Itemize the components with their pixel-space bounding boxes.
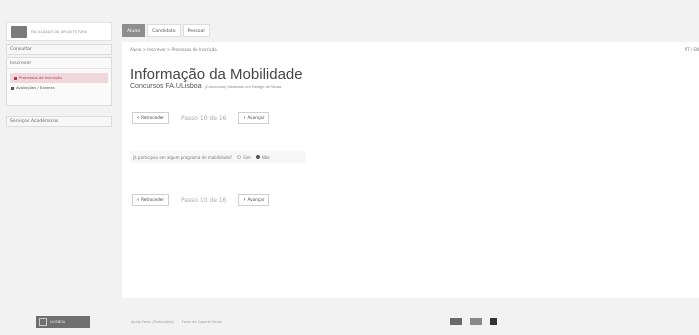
- language-switch[interactable]: PT / EN: [685, 47, 699, 52]
- footer-link-support-form[interactable]: Apoio Fenix (Formulário): [131, 320, 174, 324]
- faculty-logo[interactable]: FACULDADE DE ARQUITETURA: [6, 22, 112, 41]
- back-button[interactable]: ‹ Retroceder: [132, 112, 170, 124]
- sidebar-subitem-label: Processos de Inscrição: [19, 75, 62, 80]
- course-name: (Concursos) Mestrado em Design de Moda: [204, 84, 282, 89]
- square-bullet-icon: [11, 86, 14, 90]
- partner-logo-icon[interactable]: [450, 318, 462, 325]
- tab-aluno[interactable]: Aluno: [122, 24, 146, 37]
- tab-pessoal[interactable]: Pessoal: [182, 24, 210, 37]
- chevron-right-icon: ›: [243, 197, 246, 203]
- sidebar-subitem-label: Avaliações / Exames: [16, 85, 55, 90]
- radio-nao[interactable]: Não: [255, 155, 270, 160]
- contest-name: Concursos FA.ULisboa: [130, 83, 202, 90]
- role-tabs: Aluno Candidato Pessoal: [122, 24, 210, 37]
- radio-nao-dot[interactable]: [255, 155, 260, 159]
- faculty-emblem-icon: [11, 25, 27, 38]
- ulisboa-logo[interactable]: ULISBOA: [36, 316, 90, 328]
- sidebar-item-servicos[interactable]: Serviços Académicos: [6, 116, 112, 127]
- step-indicator: Passo 10 de 16: [181, 114, 227, 122]
- breadcrumb[interactable]: Aluno > Inscrever > Processos de Inscriç…: [130, 47, 217, 52]
- forward-button-bottom[interactable]: › Avançar: [238, 194, 270, 206]
- page-title: Informação da Mobilidade: [130, 66, 303, 83]
- footer-links: Apoio Fenix (Formulário) Fenix do Suport…: [131, 320, 222, 324]
- step-navigation-bottom: ‹ Retroceder Passo 10 de 16 › Avançar: [132, 194, 270, 206]
- back-button-bottom[interactable]: ‹ Retroceder: [132, 194, 170, 206]
- chevron-right-icon: ›: [243, 115, 246, 121]
- faculty-logo-text: FACULDADE DE ARQUITETURA: [31, 29, 88, 34]
- sidebar-subitem-avaliacoes[interactable]: Avaliações / Exames: [7, 83, 111, 93]
- forward-button[interactable]: › Avançar: [238, 112, 270, 124]
- top-bar: FACULDADE DE ARQUITETURA Aluno Candidato…: [0, 0, 699, 42]
- sidebar-item-inscrever[interactable]: Inscrever: [7, 58, 111, 69]
- radio-sim-dot[interactable]: [237, 155, 242, 159]
- chevron-left-icon: ‹: [137, 197, 140, 203]
- footer-link-support[interactable]: Fenix do Suporte Fenix: [182, 320, 222, 324]
- sidebar-item-consultar[interactable]: Consultar: [6, 44, 112, 55]
- page-subtitle: Concursos FA.ULisboa (Concursos) Mestrado…: [130, 83, 281, 90]
- main-panel: Aluno > Inscrever > Processos de Inscriç…: [122, 42, 699, 298]
- certification-logo-icon[interactable]: [470, 318, 482, 325]
- question-text: Já participou em algum programa de mobil…: [133, 154, 233, 160]
- radio-sim[interactable]: Sim: [237, 155, 251, 160]
- step-indicator-bottom: Passo 10 de 16: [181, 196, 227, 204]
- sidebar-group-inscrever: Inscrever Processos de Inscrição Avaliaç…: [6, 57, 112, 106]
- ulisboa-emblem-icon: [39, 318, 47, 326]
- sidebar: Consultar Inscrever Processos de Inscriç…: [6, 44, 112, 129]
- step-navigation-top: ‹ Retroceder Passo 10 de 16 › Avançar: [132, 112, 270, 124]
- tab-candidato[interactable]: Candidato: [147, 24, 181, 37]
- sidebar-subitem-processos[interactable]: Processos de Inscrição: [10, 73, 108, 83]
- flag-icon[interactable]: [490, 318, 497, 325]
- chevron-left-icon: ‹: [137, 115, 140, 121]
- square-bullet-icon: [14, 76, 17, 80]
- footer-icons: [450, 318, 497, 325]
- footer: ULISBOA Apoio Fenix (Formulário) Fenix d…: [0, 298, 699, 335]
- mobility-question: Já participou em algum programa de mobil…: [130, 151, 306, 163]
